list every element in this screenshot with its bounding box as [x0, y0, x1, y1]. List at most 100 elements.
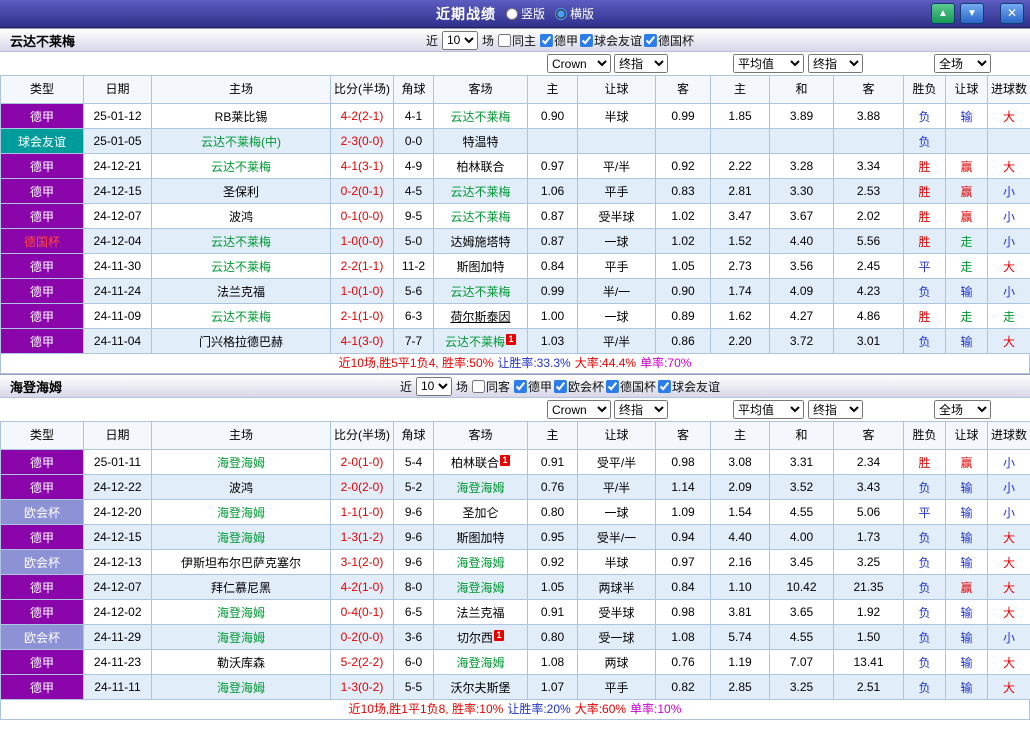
summary-stat: 大率:60% — [574, 702, 627, 716]
match-cell: 大 — [987, 649, 1030, 675]
match-cell: 柏林联合 — [433, 153, 528, 179]
league-filter[interactable]: 德国杯 — [606, 378, 656, 395]
match-cell: 0.84 — [655, 574, 711, 600]
match-cell: 1.62 — [710, 303, 770, 329]
move-up-button[interactable]: ▲ — [931, 3, 955, 24]
euro-odds-source-select[interactable]: 平均值 — [733, 54, 804, 73]
match-cell: 0.89 — [655, 303, 711, 329]
match-cell — [833, 128, 904, 154]
column-header: 比分(半场) — [330, 75, 394, 104]
match-cell: 5-6 — [393, 278, 434, 304]
match-cell: 欧会杯 — [0, 499, 84, 525]
same-venue-checkbox[interactable] — [497, 33, 511, 47]
match-cell: 2.02 — [833, 203, 904, 229]
league-filter[interactable]: 德甲 — [540, 32, 578, 49]
match-cell: 6-0 — [393, 649, 434, 675]
layout-option-horizontal[interactable]: 横版 — [555, 5, 594, 22]
match-cell: 胜 — [903, 153, 946, 179]
move-down-button[interactable]: ▼ — [960, 3, 984, 24]
match-cell: 云达不莱梅 — [433, 103, 528, 129]
match-cell: 输 — [945, 674, 988, 700]
match-cell: 云达不莱梅 — [151, 153, 331, 179]
match-cell: 24-12-20 — [83, 499, 152, 525]
match-cell: 2.81 — [710, 178, 770, 204]
match-scope-select[interactable]: 全场 — [934, 400, 991, 419]
summary-row: 近10场,胜5平1负4, 胜率:50% 让胜率:33.3% 大率:44.4% 单率:7… — [0, 354, 1030, 374]
league-checkbox[interactable] — [658, 379, 672, 393]
match-cell: 小 — [987, 449, 1030, 475]
match-cell: 3.45 — [769, 549, 834, 575]
league-checkbox[interactable] — [540, 33, 553, 47]
match-cell: 4-1 — [393, 103, 434, 129]
vertical-layout-radio[interactable] — [505, 7, 518, 20]
same-venue-filter[interactable]: 同主 — [497, 32, 536, 49]
league-filter[interactable]: 球会友谊 — [658, 378, 720, 395]
match-row: 球会友谊 25-01-05 云达不莱梅(中) 2-3(0-0) 0-0 特温特 负 — [0, 128, 1030, 154]
match-cell: 4.23 — [833, 278, 904, 304]
match-cell: 3.52 — [769, 474, 834, 500]
match-row: 欧会杯 24-11-29 海登海姆 0-2(0-0) 3-6 切尔西 1 0.80 受一球 1.0… — [0, 624, 1030, 650]
column-header: 角球 — [393, 75, 434, 104]
match-cell: 特温特 — [433, 128, 528, 154]
match-cell: 25-01-12 — [83, 103, 152, 129]
league-label: 球会友谊 — [672, 379, 721, 394]
handicap-odds-time-select[interactable]: 终指 — [614, 400, 668, 419]
match-cell: 5.56 — [833, 228, 904, 254]
league-filter[interactable]: 德国杯 — [644, 32, 694, 49]
column-header: 日期 — [83, 421, 152, 450]
euro-odds-source-select[interactable]: 平均值 — [733, 400, 804, 419]
match-cell: 拜仁慕尼黑 — [151, 574, 331, 600]
match-cell: 负 — [903, 549, 946, 575]
league-filter[interactable]: 球会友谊 — [580, 32, 642, 49]
match-cell: 25-01-11 — [83, 449, 152, 475]
match-row: 德甲 25-01-12 RB莱比锡 4-2(2-1) 4-1 云达不莱梅 0.90 半球 0.9… — [0, 103, 1030, 129]
euro-odds-time-select[interactable]: 终指 — [808, 400, 863, 419]
match-cell: 平/半 — [577, 153, 656, 179]
league-label: 德甲 — [554, 33, 579, 48]
league-checkbox[interactable] — [606, 379, 620, 393]
column-header: 角球 — [393, 421, 434, 450]
same-venue-checkbox[interactable] — [471, 379, 485, 393]
match-scope-select[interactable]: 全场 — [934, 54, 991, 73]
match-count-select[interactable]: 10 — [415, 376, 452, 396]
match-cell: 胜 — [903, 178, 946, 204]
match-cell: 24-12-15 — [83, 178, 152, 204]
match-cell: 3.28 — [769, 153, 834, 179]
match-cell: 24-12-15 — [83, 524, 152, 550]
match-cell: 受平/半 — [577, 449, 656, 475]
match-cell: 胜 — [903, 449, 946, 475]
league-filter[interactable]: 德甲 — [513, 378, 552, 395]
match-row: 德甲 24-11-04 门兴格拉德巴赫 4-1(3-0) 7-7 云达不莱梅 1 1.03 平/… — [0, 328, 1030, 354]
same-venue-filter[interactable]: 同客 — [471, 378, 510, 395]
odds-company-select[interactable]: Crown — [547, 400, 611, 419]
match-cell: 小 — [987, 499, 1030, 525]
match-cell: 1.09 — [655, 499, 711, 525]
match-cell: 5.06 — [833, 499, 904, 525]
league-checkbox[interactable] — [644, 33, 658, 47]
league-filter[interactable]: 欧会杯 — [554, 378, 604, 395]
match-count-select[interactable]: 10 — [441, 30, 478, 50]
match-cell: 达姆施塔特 — [433, 228, 528, 254]
match-cell: 7-7 — [393, 328, 434, 354]
handicap-odds-time-select[interactable]: 终指 — [614, 54, 668, 73]
match-cell: 4-9 — [393, 153, 434, 179]
layout-option-vertical[interactable]: 竖版 — [505, 5, 545, 22]
match-cell: 一球 — [577, 303, 656, 329]
close-button[interactable]: ✕ — [1000, 3, 1024, 24]
horizontal-layout-radio[interactable] — [555, 7, 567, 20]
match-cell: 0.99 — [655, 103, 711, 129]
league-checkbox[interactable] — [580, 33, 594, 47]
match-cell: 海登海姆 — [151, 524, 331, 550]
league-checkbox[interactable] — [513, 379, 527, 393]
match-cell: 2-0(2-0) — [330, 474, 394, 500]
euro-odds-time-select[interactable]: 终指 — [808, 54, 863, 73]
match-cell: 2.22 — [710, 153, 770, 179]
match-row: 德甲 24-11-24 法兰克福 1-0(1-0) 5-6 云达不莱梅 0.99 半/一 0.9… — [0, 278, 1030, 304]
match-cell: 负 — [903, 128, 946, 154]
match-cell: 负 — [903, 649, 946, 675]
match-cell: 2.85 — [710, 674, 770, 700]
league-checkbox[interactable] — [554, 379, 568, 393]
match-cell: 6-5 — [393, 599, 434, 625]
odds-company-select[interactable]: Crown — [547, 54, 611, 73]
red-card-badge: 1 — [494, 629, 504, 641]
